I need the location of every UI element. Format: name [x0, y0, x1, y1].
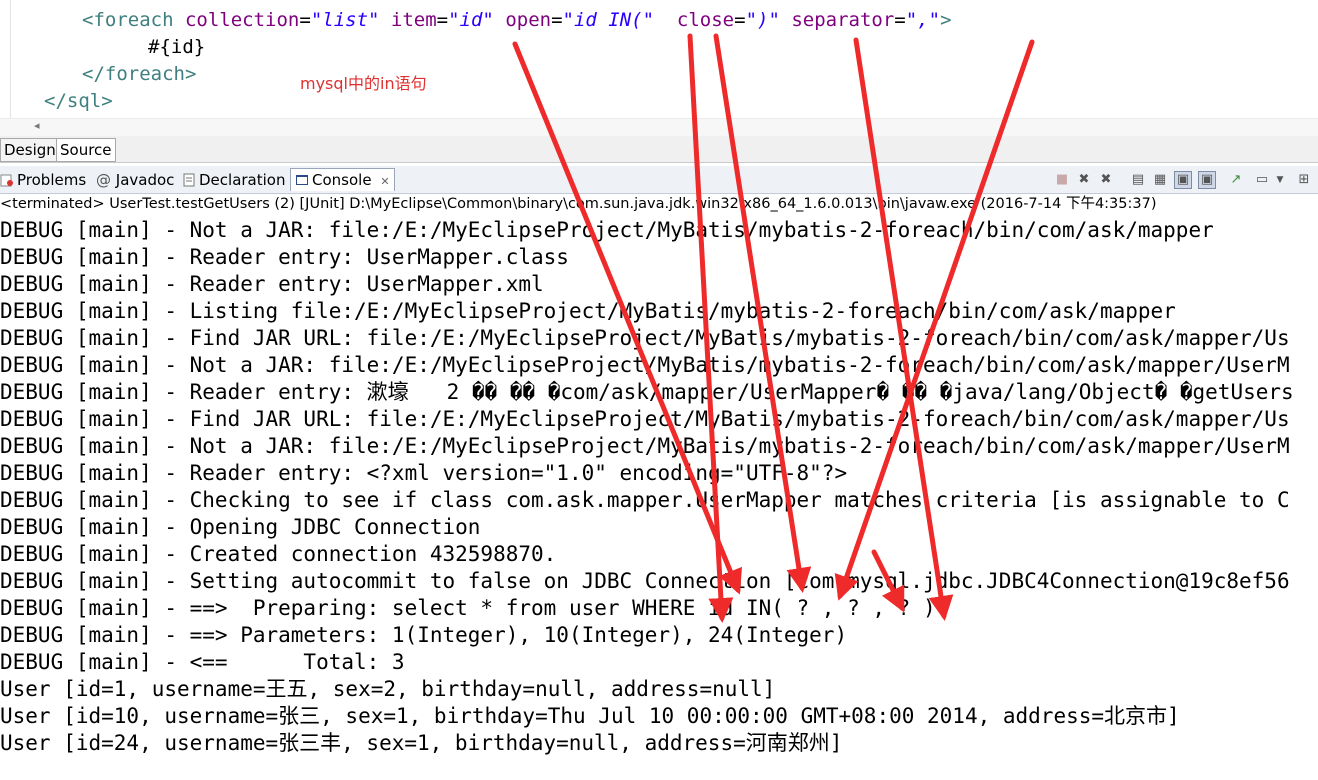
equals-sign: = [551, 9, 563, 31]
problems-icon [0, 174, 13, 187]
console-line: DEBUG [main] - Setting autocommit to fal… [0, 569, 1290, 593]
at-icon: @ [96, 171, 116, 189]
tab-declaration[interactable]: Declaration [182, 169, 285, 191]
remove-launch-icon[interactable]: ✖ [1076, 172, 1092, 188]
open-console-icon[interactable]: ⊞ [1296, 172, 1312, 188]
code-line-foreach-open: <foreach collection="list" item="id" ope… [82, 8, 952, 32]
value-separator: "," [905, 9, 941, 31]
tab-problems-label: Problems [17, 171, 87, 189]
tab-design[interactable]: Design [0, 138, 60, 162]
tab-javadoc[interactable]: @ Javadoc [96, 169, 174, 191]
chevron-down-icon[interactable]: ▼ [1272, 172, 1288, 188]
tab-declaration-label: Declaration [199, 171, 286, 189]
console-line: DEBUG [main] - <== Total: 3 [0, 650, 405, 674]
console-line: DEBUG [main] - Reader entry: UserMapper.… [0, 272, 544, 296]
console-line: DEBUG [main] - Not a JAR: file:/E:/MyEcl… [0, 434, 1290, 458]
show-on-output-icon[interactable]: ▣ [1174, 171, 1192, 189]
clear-console-icon[interactable]: ▤ [1130, 172, 1146, 188]
code-line-param: #{id} [148, 36, 206, 58]
console-line: User [id=24, username=张三丰, sex=1, birthd… [0, 731, 843, 755]
tag-end: > [940, 9, 952, 31]
pin-console-icon[interactable]: ↗ [1228, 172, 1244, 188]
console-line: DEBUG [main] - ==> Preparing: select * f… [0, 596, 936, 620]
scroll-left-icon[interactable]: ◂ [34, 119, 40, 132]
scroll-lock-icon[interactable]: ▦ [1152, 172, 1168, 188]
tab-source[interactable]: Source [56, 138, 116, 162]
attr-collection: collection [173, 9, 300, 31]
console-line: DEBUG [main] - Reader entry: 漱壕 2 �� �� … [0, 380, 1294, 404]
value-item: "id" [448, 9, 494, 31]
tab-console-label: Console [312, 171, 372, 189]
tab-javadoc-label: Javadoc [115, 171, 175, 189]
console-line: DEBUG [main] - Find JAR URL: file:/E:/My… [0, 407, 1290, 431]
console-status-line: <terminated> UserTest.testGetUsers (2) [… [0, 194, 1318, 215]
console-output[interactable]: DEBUG [main] - Not a JAR: file:/E:/MyEcl… [0, 217, 1318, 780]
console-line: User [id=1, username=王五, sex=2, birthday… [0, 677, 776, 701]
console-line: DEBUG [main] - Opening JDBC Connection [0, 515, 481, 539]
value-collection: "list" [310, 9, 380, 31]
console-icon [296, 175, 308, 185]
console-line: DEBUG [main] - Not a JAR: file:/E:/MyEcl… [0, 218, 1214, 242]
console-line: DEBUG [main] - Created connection 432598… [0, 542, 557, 566]
view-tab-bar: Problems @ Javadoc Declaration Console ✕… [0, 166, 1318, 194]
tab-problems[interactable]: Problems [0, 169, 86, 191]
console-line: DEBUG [main] - Checking to see if class … [0, 488, 1290, 512]
console-line: DEBUG [main] - ==> Parameters: 1(Integer… [0, 623, 848, 647]
close-icon[interactable]: ✕ [380, 175, 389, 188]
tag-foreach: <foreach [82, 9, 174, 31]
attr-open: open [493, 9, 552, 31]
annotation-label: mysql中的in语句 [300, 74, 427, 93]
equals-sign: = [299, 9, 311, 31]
show-on-error-icon[interactable]: ▣ [1198, 171, 1216, 189]
console-line: DEBUG [main] - Not a JAR: file:/E:/MyEcl… [0, 353, 1290, 377]
editor-gutter [0, 0, 11, 118]
console-line: DEBUG [main] - Reader entry: UserMapper.… [0, 245, 569, 269]
equals-sign: = [734, 9, 746, 31]
console-line: DEBUG [main] - Find JAR URL: file:/E:/My… [0, 326, 1290, 350]
tab-console[interactable]: Console ✕ [290, 168, 395, 191]
editor-horizontal-scrollbar[interactable]: ◂ [0, 118, 1318, 137]
xml-editor[interactable]: <foreach collection="list" item="id" ope… [0, 0, 1318, 118]
console-line: DEBUG [main] - Listing file:/E:/MyEclips… [0, 299, 1176, 323]
value-open: "id IN(" [562, 9, 655, 31]
code-line-foreach-close: </foreach> [82, 63, 197, 85]
code-line-sql-close: </sql> [44, 90, 113, 112]
attr-separator: separator [779, 9, 895, 31]
attr-item: item [379, 9, 437, 31]
attr-close: close [654, 9, 735, 31]
editor-mode-tabs: Design Source [0, 136, 1318, 163]
value-close: ")" [745, 9, 780, 31]
console-line: DEBUG [main] - Reader entry: <?xml versi… [0, 461, 848, 485]
terminate-icon[interactable]: ■ [1054, 172, 1070, 188]
equals-sign: = [894, 9, 906, 31]
declaration-icon [183, 173, 195, 187]
remove-all-terminated-icon[interactable]: ✖ [1098, 172, 1114, 188]
equals-sign: = [436, 9, 449, 31]
display-console-icon[interactable]: ▭ [1254, 172, 1270, 188]
console-line: User [id=10, username=张三, sex=1, birthda… [0, 704, 1180, 728]
